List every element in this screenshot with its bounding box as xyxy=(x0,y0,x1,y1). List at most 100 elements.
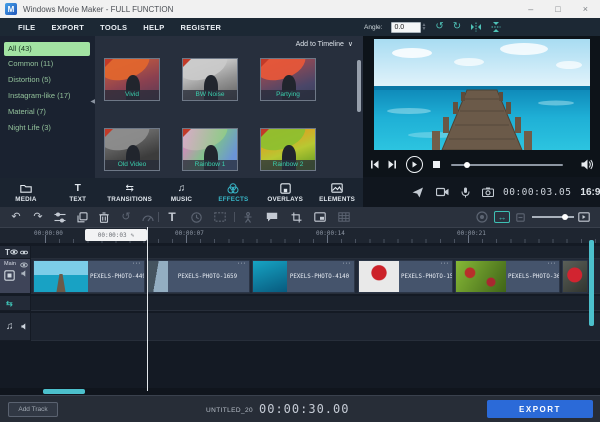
stop-button[interactable] xyxy=(433,161,440,168)
timeline-zoom-slider[interactable] xyxy=(532,216,574,218)
timeline-clip[interactable]: PEXELS-PHOTO-1517 ··· xyxy=(358,260,453,293)
camcorder-icon[interactable] xyxy=(436,187,449,197)
playhead-flag[interactable]: 00:00:03 ✎ xyxy=(85,229,147,241)
speed-gauge-icon[interactable] xyxy=(140,210,156,224)
play-button[interactable] xyxy=(406,156,423,173)
angle-stepper[interactable]: ▲▼ xyxy=(421,23,426,31)
menu-register[interactable]: REGISTER xyxy=(181,23,222,32)
transition-track-row[interactable] xyxy=(31,296,600,311)
tab-text[interactable]: T TEXT xyxy=(52,178,104,207)
video-track-icon xyxy=(4,270,15,281)
add-to-timeline-dropdown[interactable]: Add to Timeline ∨ xyxy=(296,40,353,48)
crop-icon[interactable] xyxy=(288,210,304,224)
timeline-clip[interactable]: PEXELS-PHOTO-3617 ··· xyxy=(455,260,560,293)
tab-transitions[interactable]: ⇆ TRANSITIONS xyxy=(104,178,156,207)
zoom-fit-icon[interactable] xyxy=(576,210,592,224)
minimize-button[interactable]: – xyxy=(528,5,533,14)
previous-frame-button[interactable] xyxy=(370,160,379,169)
effect-card-vivid[interactable]: Vivid xyxy=(104,58,160,101)
redo-icon[interactable]: ↷ xyxy=(30,210,46,224)
tab-music[interactable]: ♫ MUSIC xyxy=(156,178,208,207)
tab-elements[interactable]: ELEMENTS xyxy=(311,178,363,207)
timeline-clip[interactable]: PEXELS-PHOTO-4140 ··· xyxy=(252,260,355,293)
effect-card-rainbow-1[interactable]: Rainbow 1 xyxy=(182,128,238,171)
timeline-horizontal-scrollbar[interactable] xyxy=(43,389,85,394)
microphone-icon[interactable] xyxy=(461,187,470,198)
timeline-clip[interactable]: PEXELS-PHOTO-4496 ··· xyxy=(33,260,145,293)
undo-icon[interactable]: ↶ xyxy=(8,210,24,224)
text-track-row[interactable] xyxy=(31,246,600,259)
visibility-eye-icon[interactable] xyxy=(10,249,18,255)
rotate-icon[interactable]: ↺ xyxy=(118,210,134,224)
clip-menu-icon[interactable]: ··· xyxy=(133,260,142,267)
aspect-ratio-label[interactable]: 16:9 xyxy=(580,187,600,198)
export-button[interactable]: EXPORT xyxy=(487,400,593,418)
zoom-slider-knob[interactable] xyxy=(562,214,568,220)
canvas-icon[interactable] xyxy=(212,210,228,224)
music-track-row[interactable] xyxy=(31,313,600,341)
toolbar-separator xyxy=(234,212,235,222)
next-frame-button[interactable] xyxy=(388,160,397,169)
seek-slider-knob[interactable] xyxy=(464,162,470,168)
rotate-cw-icon[interactable]: ↻ xyxy=(453,22,461,32)
clip-menu-icon[interactable]: ··· xyxy=(343,260,352,267)
zoom-out-icon[interactable] xyxy=(512,210,528,224)
record-icon[interactable] xyxy=(474,210,490,224)
link-icon[interactable] xyxy=(20,250,28,255)
transition-track-icon: ⇆ xyxy=(6,299,13,308)
pip-icon[interactable] xyxy=(312,210,328,224)
tab-media[interactable]: MEDIA xyxy=(0,178,52,207)
timeline-vertical-scrollbar[interactable] xyxy=(589,240,594,326)
tab-overlays[interactable]: OVERLAYS xyxy=(259,178,311,207)
sidebar-item-distortion[interactable]: Distortion (5) xyxy=(0,72,95,88)
mute-speaker-icon[interactable] xyxy=(21,323,28,330)
angle-input[interactable] xyxy=(391,22,421,33)
effect-card-rainbow-2[interactable]: Rainbow 2 xyxy=(260,128,316,171)
text-track-header[interactable]: T xyxy=(0,246,30,259)
seek-slider[interactable] xyxy=(451,164,563,166)
maximize-button[interactable]: □ xyxy=(555,5,560,14)
tab-effects[interactable]: EFFECTS xyxy=(207,178,259,207)
rotate-ccw-icon[interactable]: ↺ xyxy=(435,22,443,32)
sidebar-item-night-life[interactable]: Night Life (3) xyxy=(0,120,95,136)
timeline-clip[interactable]: PEXELS-PHOTO-1659 ··· xyxy=(147,260,250,293)
text-tool-icon[interactable]: T xyxy=(164,210,180,224)
fit-timeline-icon[interactable]: ↔ xyxy=(494,211,510,223)
sidebar-item-common[interactable]: Common (11) xyxy=(0,56,95,72)
menu-file[interactable]: FILE xyxy=(18,23,35,32)
close-button[interactable]: × xyxy=(583,5,588,14)
duration-clock-icon[interactable] xyxy=(188,210,204,224)
menu-tools[interactable]: TOOLS xyxy=(100,23,127,32)
sidebar-item-material[interactable]: Material (7) xyxy=(0,104,95,120)
snapshot-icon[interactable] xyxy=(482,187,494,197)
duplicate-icon[interactable] xyxy=(74,210,90,224)
sidebar-item-all[interactable]: All (43) xyxy=(4,42,90,56)
adjust-sliders-icon[interactable] xyxy=(52,210,68,224)
transition-track-header[interactable]: ⇆ xyxy=(0,296,30,311)
delete-icon[interactable] xyxy=(96,210,112,224)
effects-scrollbar[interactable] xyxy=(357,60,361,112)
sidebar-item-instagram-like[interactable]: Instagram-like (17) xyxy=(0,88,95,104)
effect-card-old-video[interactable]: Old Video xyxy=(104,128,160,171)
volume-icon[interactable] xyxy=(581,159,593,170)
add-track-button[interactable]: Add Track xyxy=(8,402,58,417)
timeline-clip-partial[interactable] xyxy=(562,260,588,293)
menu-export[interactable]: EXPORT xyxy=(51,23,84,32)
effect-card-partying[interactable]: Partying xyxy=(260,58,316,101)
mosaic-icon[interactable] xyxy=(336,210,352,224)
menu-help[interactable]: HELP xyxy=(143,23,164,32)
visibility-eye-icon[interactable] xyxy=(20,262,28,268)
flip-horizontal-icon[interactable] xyxy=(470,22,482,32)
clip-menu-icon[interactable]: ··· xyxy=(548,260,557,267)
clip-menu-icon[interactable]: ··· xyxy=(238,260,247,267)
mute-speaker-icon[interactable] xyxy=(21,270,28,277)
speech-bubble-icon[interactable] xyxy=(264,210,280,224)
flip-vertical-icon[interactable] xyxy=(491,21,501,33)
playhead-line[interactable] xyxy=(147,227,148,391)
share-icon[interactable] xyxy=(412,187,424,198)
effect-card-bw-noise[interactable]: BW Noise xyxy=(182,58,238,101)
music-track-header[interactable]: ♫ xyxy=(0,313,30,341)
clip-menu-icon[interactable]: ··· xyxy=(441,260,450,267)
main-track-header[interactable]: Main xyxy=(0,259,30,294)
motion-tracking-icon[interactable] xyxy=(240,210,256,224)
